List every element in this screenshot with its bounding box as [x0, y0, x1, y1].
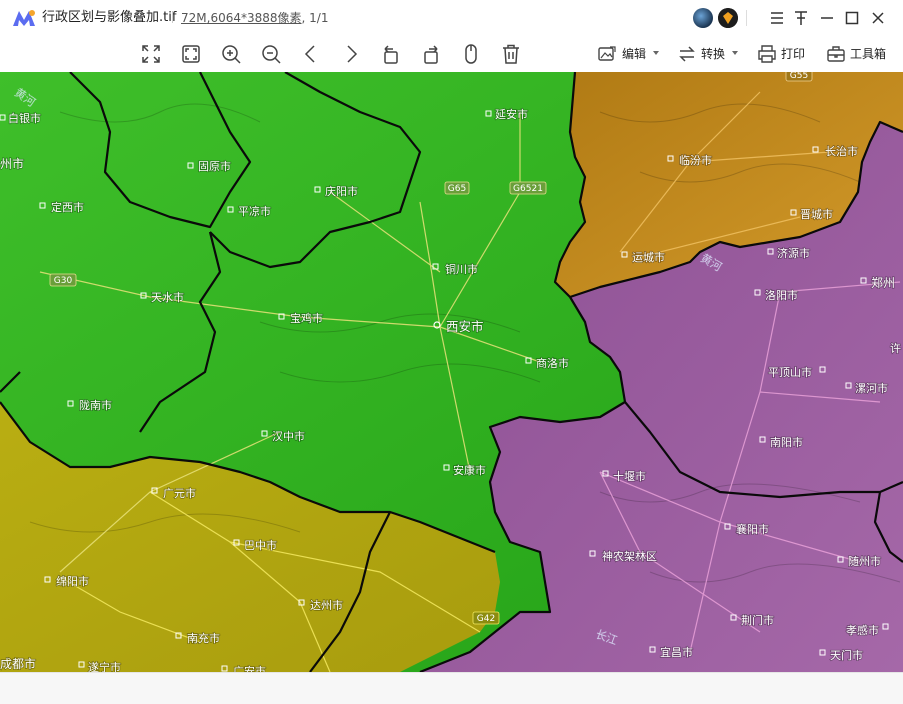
rotate-right-icon[interactable] — [419, 42, 443, 66]
map-viewer[interactable]: G65 G6521 G30 G55 G42 黄河 长江 黄河 白银市 固原市 延… — [0, 72, 903, 672]
menu-icon[interactable] — [767, 8, 787, 28]
city-label: 漯河市 — [855, 381, 888, 395]
city-label: 平凉市 — [238, 204, 271, 218]
print-icon[interactable] — [757, 44, 777, 64]
city-label: 长治市 — [825, 144, 858, 158]
toolbox-icon[interactable] — [826, 44, 846, 64]
city-label: 广元市 — [163, 486, 196, 500]
minimize-icon[interactable] — [817, 8, 837, 28]
city-label: 十堰市 — [613, 469, 646, 483]
city-label: 随州市 — [848, 554, 881, 568]
close-icon[interactable] — [868, 8, 888, 28]
rotate-left-icon[interactable] — [379, 42, 403, 66]
edge-city-label: 许 — [890, 342, 901, 355]
page-info: , 1/1 — [301, 11, 329, 25]
user-avatar-icon[interactable] — [693, 8, 713, 28]
toolbar: 编辑 转换 打印 工具箱 — [0, 36, 903, 72]
city-label: 平顶山市 — [768, 365, 812, 379]
titlebar-divider — [746, 10, 747, 26]
map-image: G65 G6521 G30 G55 G42 黄河 长江 黄河 白银市 固原市 延… — [0, 72, 903, 672]
mouse-icon[interactable] — [459, 42, 483, 66]
city-label: 庆阳市 — [325, 184, 358, 198]
edit-icon[interactable] — [597, 44, 617, 64]
city-label: 西安市 — [446, 319, 484, 334]
city-label: 广安市 — [233, 664, 266, 672]
fit-screen-icon[interactable] — [139, 42, 163, 66]
city-label: 巴中市 — [244, 538, 277, 552]
highway-label: G55 — [790, 72, 808, 81]
edge-city-label: 州市 — [0, 156, 24, 171]
highway-label: G6521 — [513, 184, 543, 194]
city-label: 天门市 — [830, 648, 863, 662]
actual-size-icon[interactable] — [179, 42, 203, 66]
city-label: 延安市 — [495, 107, 528, 121]
convert-button[interactable]: 转换 — [701, 46, 725, 62]
file-size[interactable]: 72M — [181, 11, 207, 25]
city-label: 宝鸡市 — [290, 311, 323, 325]
city-label: 定西市 — [51, 200, 84, 214]
city-label: 晋城市 — [800, 207, 833, 221]
highway-label: G30 — [54, 276, 73, 286]
city-label: 绵阳市 — [56, 574, 89, 588]
convert-icon[interactable] — [677, 44, 697, 64]
zoom-out-icon[interactable] — [259, 42, 283, 66]
window-title: 行政区划与影像叠加.tif — [42, 10, 177, 25]
city-label: 南充市 — [187, 631, 220, 645]
city-label: 运城市 — [632, 250, 665, 264]
status-bar — [0, 672, 903, 704]
city-label: 安康市 — [453, 463, 486, 477]
city-label: 襄阳市 — [736, 522, 769, 536]
delete-icon[interactable] — [499, 42, 523, 66]
title-separator — [172, 11, 173, 23]
app-logo-icon — [13, 10, 35, 26]
badge-icon[interactable] — [718, 8, 738, 28]
city-label: 郑州 — [871, 275, 895, 290]
title-bar: 行政区划与影像叠加.tif 72M,6064*3888像素, 1/1 — [0, 0, 903, 36]
city-label: 天水市 — [151, 290, 184, 304]
city-label: 铜川市 — [445, 262, 478, 276]
highway-label: G42 — [477, 614, 495, 624]
city-label: 白银市 — [8, 111, 41, 125]
previous-icon[interactable] — [299, 42, 323, 66]
city-label: 南阳市 — [770, 435, 803, 449]
city-label: 商洛市 — [536, 356, 569, 370]
zoom-in-icon[interactable] — [219, 42, 243, 66]
toolbox-button[interactable]: 工具箱 — [850, 46, 886, 62]
city-label: 神农架林区 — [602, 549, 657, 563]
city-label: 遂宁市 — [88, 660, 121, 672]
city-label: 临汾市 — [679, 153, 712, 167]
print-button[interactable]: 打印 — [781, 46, 805, 62]
edit-button[interactable]: 编辑 — [622, 46, 646, 62]
city-label: 达州市 — [310, 598, 343, 612]
city-label: 荆门市 — [741, 613, 774, 627]
pin-icon[interactable] — [791, 8, 811, 28]
city-label: 固原市 — [198, 159, 231, 173]
city-label: 洛阳市 — [765, 288, 798, 302]
city-label: 宜昌市 — [660, 645, 693, 659]
maximize-icon[interactable] — [842, 8, 862, 28]
convert-caret-icon[interactable] — [732, 51, 738, 55]
edit-caret-icon[interactable] — [653, 51, 659, 55]
city-label: 济源市 — [777, 246, 810, 260]
city-label: 汉中市 — [272, 429, 305, 443]
highway-label: G65 — [448, 184, 466, 194]
file-info: 72M,6064*3888像素, 1/1 — [172, 10, 328, 27]
next-icon[interactable] — [339, 42, 363, 66]
city-label: 陇南市 — [79, 398, 112, 412]
city-label: 孝感市 — [846, 623, 879, 637]
city-label: 成都市 — [0, 656, 36, 671]
image-dimensions[interactable]: ,6064*3888像素 — [207, 11, 302, 25]
